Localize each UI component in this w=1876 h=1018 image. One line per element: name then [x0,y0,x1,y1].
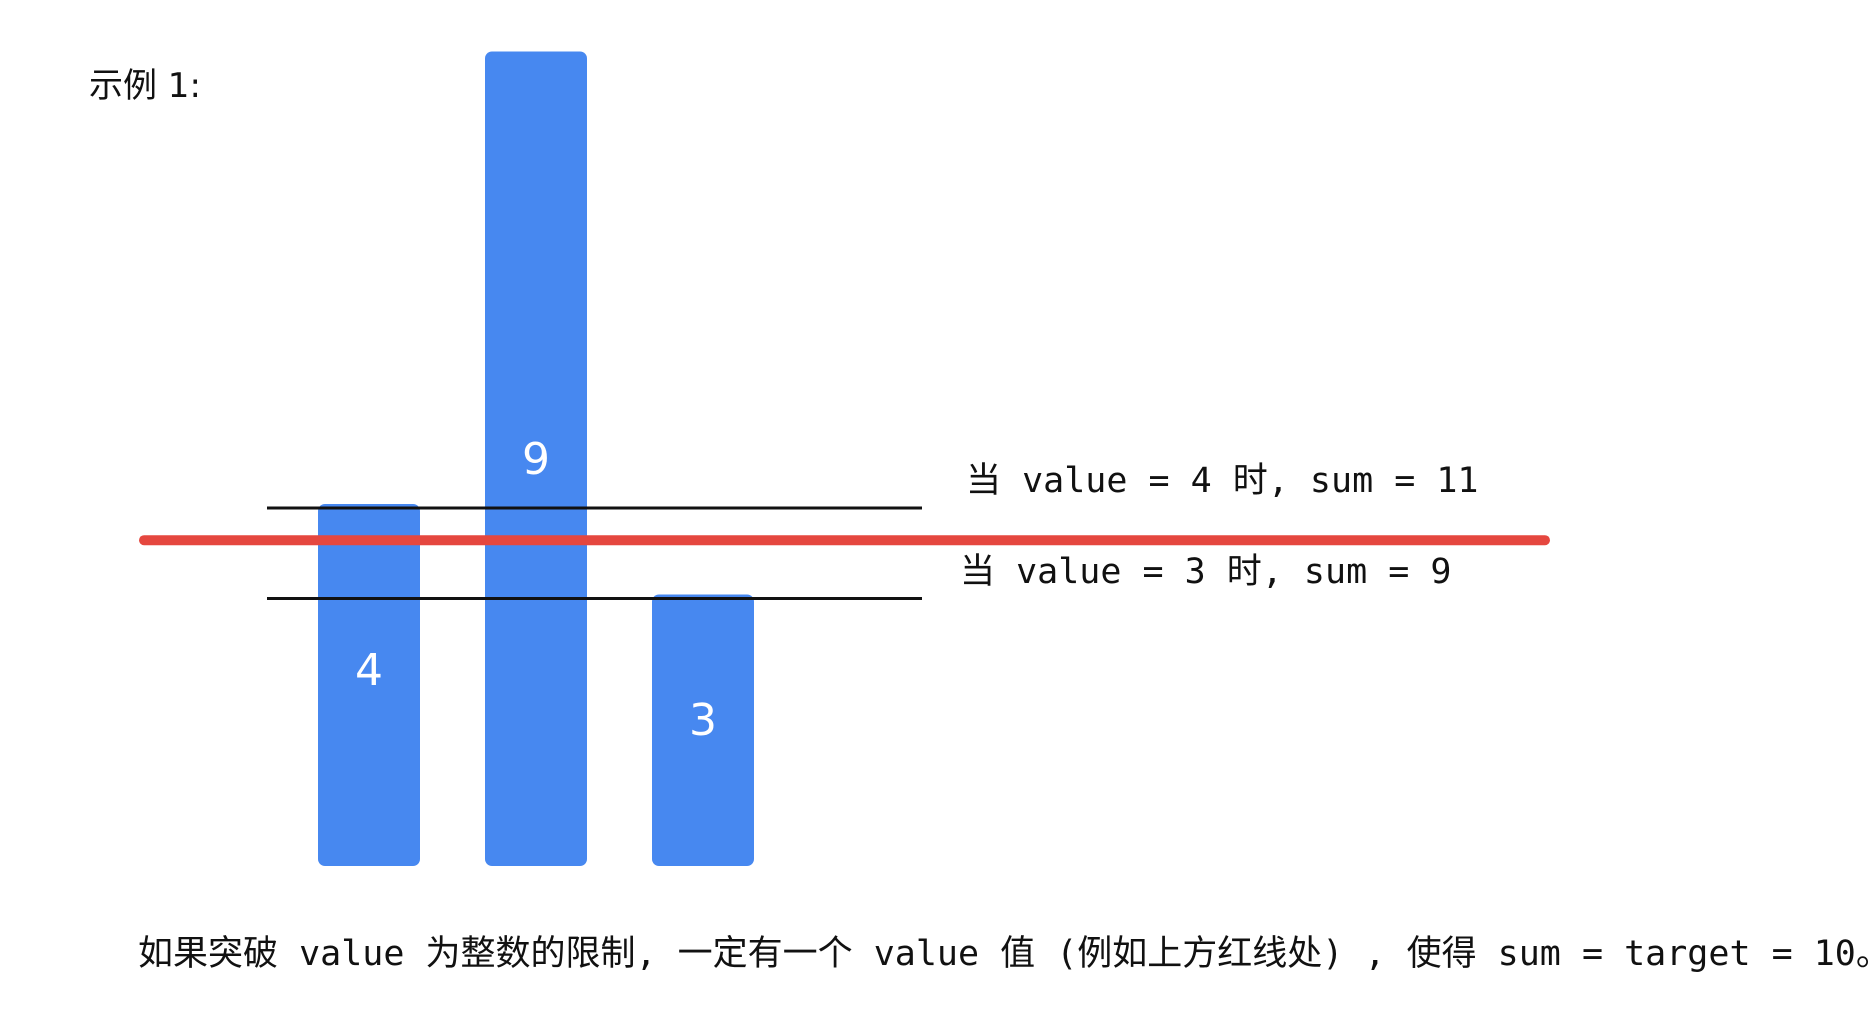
threshold-label-upper: 当 value = 4 时, sum = 11 [966,461,1479,501]
caption: 如果突破 value 为整数的限制, 一定有一个 value 值 (例如上方红线… [138,934,1876,974]
bar-label-9: 9 [522,434,550,485]
bar-label-4: 4 [355,645,383,696]
bar-diagram: 4 9 3 [139,51,1550,866]
bar-label-3: 3 [689,695,717,746]
threshold-label-lower: 当 value = 3 时, sum = 9 [960,552,1452,592]
